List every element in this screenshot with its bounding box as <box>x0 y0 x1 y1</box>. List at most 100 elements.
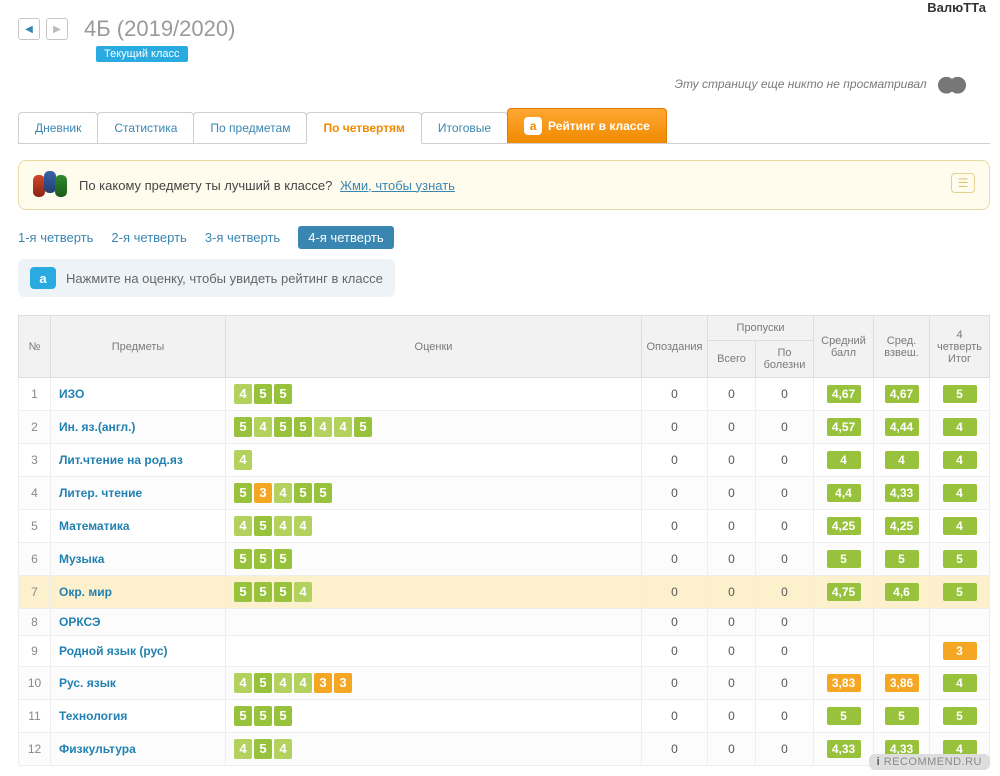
cell-wavg: 4 <box>874 444 930 477</box>
subject-link[interactable]: ОРКСЭ <box>59 615 101 629</box>
subject-link[interactable]: Литер. чтение <box>59 486 142 500</box>
hint-icon: a <box>30 267 56 289</box>
grade-mark[interactable]: 4 <box>274 516 292 536</box>
row-number: 12 <box>19 733 51 766</box>
tab-diary[interactable]: Дневник <box>18 112 98 143</box>
cell-subject: Ин. яз.(англ.) <box>51 411 226 444</box>
grade-mark[interactable]: 4 <box>234 450 252 470</box>
grade-mark[interactable]: 4 <box>314 417 332 437</box>
subject-link[interactable]: Родной язык (рус) <box>59 644 168 658</box>
grade-mark[interactable]: 5 <box>294 483 312 503</box>
grade-mark[interactable]: 5 <box>234 706 252 726</box>
grade-mark[interactable]: 5 <box>354 417 372 437</box>
cell-tot: 0 <box>708 477 756 510</box>
cell-late: 0 <box>642 444 708 477</box>
cell-fin: 3 <box>930 636 990 667</box>
grade-mark[interactable]: 4 <box>234 673 252 693</box>
current-class-badge: Текущий класс <box>96 46 188 62</box>
grade-mark[interactable]: 4 <box>274 739 292 759</box>
cell-wavg: 4,6 <box>874 576 930 609</box>
avg-badge: 5 <box>827 550 861 568</box>
grade-mark[interactable]: 5 <box>274 417 292 437</box>
grade-mark[interactable]: 4 <box>274 673 292 693</box>
grade-mark[interactable]: 4 <box>334 417 352 437</box>
grade-mark[interactable]: 5 <box>234 417 252 437</box>
subject-link[interactable]: Ин. яз.(англ.) <box>59 420 135 434</box>
grade-mark[interactable]: 5 <box>254 384 272 404</box>
grade-mark[interactable]: 5 <box>254 739 272 759</box>
cell-marks: 455 <box>226 378 642 411</box>
cell-wavg <box>874 636 930 667</box>
cell-wavg: 5 <box>874 543 930 576</box>
subject-link[interactable]: Лит.чтение на род.яз <box>59 453 183 467</box>
grade-mark[interactable]: 3 <box>254 483 272 503</box>
avg-badge: 5 <box>943 583 977 601</box>
cell-late: 0 <box>642 510 708 543</box>
cell-avg: 4,4 <box>814 477 874 510</box>
cell-tot: 0 <box>708 510 756 543</box>
next-class-button: ▶ <box>46 18 68 40</box>
quarter-4[interactable]: 4-я четверть <box>298 226 393 249</box>
grade-mark[interactable]: 5 <box>234 549 252 569</box>
cell-sick: 0 <box>756 667 814 700</box>
grade-mark[interactable]: 4 <box>274 483 292 503</box>
grade-mark[interactable]: 5 <box>234 483 252 503</box>
cell-marks: 454433 <box>226 667 642 700</box>
cell-avg: 4,25 <box>814 510 874 543</box>
grade-mark[interactable]: 3 <box>334 673 352 693</box>
avg-badge: 4,33 <box>827 740 861 758</box>
grade-mark[interactable]: 4 <box>234 516 252 536</box>
tab-stats[interactable]: Статистика <box>97 112 194 143</box>
grade-mark[interactable]: 5 <box>254 516 272 536</box>
th-final: 4 четверть Итог <box>930 316 990 378</box>
grade-mark[interactable]: 4 <box>294 673 312 693</box>
cell-subject: Лит.чтение на род.яз <box>51 444 226 477</box>
grade-mark[interactable]: 5 <box>274 384 292 404</box>
subject-link[interactable]: Математика <box>59 519 130 533</box>
cell-tot: 0 <box>708 609 756 636</box>
grade-mark[interactable]: 5 <box>234 582 252 602</box>
avg-badge: 4 <box>827 451 861 469</box>
quarter-2[interactable]: 2-я четверть <box>111 230 186 245</box>
subject-link[interactable]: Рус. язык <box>59 676 116 690</box>
quarter-1[interactable]: 1-я четверть <box>18 230 93 245</box>
grade-mark[interactable]: 4 <box>294 582 312 602</box>
row-number: 3 <box>19 444 51 477</box>
grade-mark[interactable]: 4 <box>234 739 252 759</box>
grade-mark[interactable]: 5 <box>254 582 272 602</box>
grade-mark[interactable]: 5 <box>274 549 292 569</box>
grade-mark[interactable]: 5 <box>294 417 312 437</box>
cell-fin: 4 <box>930 411 990 444</box>
grade-mark[interactable]: 5 <box>314 483 332 503</box>
subject-link[interactable]: Технология <box>59 709 127 723</box>
row-number: 4 <box>19 477 51 510</box>
grade-mark[interactable]: 5 <box>254 549 272 569</box>
info-icon[interactable]: ☰ <box>951 173 975 193</box>
subject-link[interactable]: Окр. мир <box>59 585 112 599</box>
subject-link[interactable]: Физкультура <box>59 742 136 756</box>
subject-link[interactable]: ИЗО <box>59 387 84 401</box>
cell-fin: 4 <box>930 667 990 700</box>
grade-mark[interactable]: 5 <box>274 706 292 726</box>
grade-mark[interactable]: 5 <box>254 673 272 693</box>
grade-mark[interactable]: 3 <box>314 673 332 693</box>
prev-class-button[interactable]: ◀ <box>18 18 40 40</box>
grade-mark[interactable]: 5 <box>274 582 292 602</box>
grade-mark[interactable]: 4 <box>234 384 252 404</box>
cell-avg: 4 <box>814 444 874 477</box>
grade-mark[interactable]: 4 <box>254 417 272 437</box>
th-marks: Оценки <box>226 316 642 378</box>
avg-badge: 4,4 <box>827 484 861 502</box>
prompt-link[interactable]: Жми, чтобы узнать <box>340 178 455 193</box>
cell-avg <box>814 636 874 667</box>
th-subject: Предметы <box>51 316 226 378</box>
quarter-3[interactable]: 3-я четверть <box>205 230 280 245</box>
row-number: 1 <box>19 378 51 411</box>
tab-by-subject[interactable]: По предметам <box>193 112 307 143</box>
tab-rating[interactable]: a Рейтинг в классе <box>507 108 667 143</box>
tab-final[interactable]: Итоговые <box>421 112 508 143</box>
grade-mark[interactable]: 4 <box>294 516 312 536</box>
subject-link[interactable]: Музыка <box>59 552 104 566</box>
grade-mark[interactable]: 5 <box>254 706 272 726</box>
tab-by-quarter[interactable]: По четвертям <box>306 112 421 144</box>
